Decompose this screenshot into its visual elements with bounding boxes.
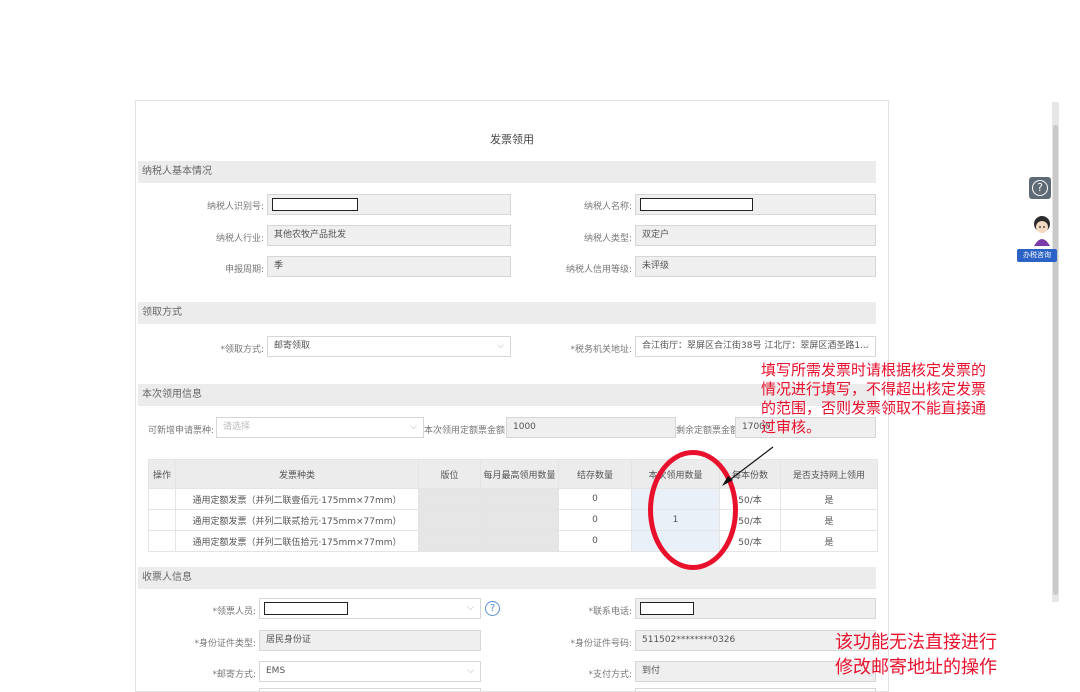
address-field-partial-2[interactable] (635, 688, 876, 691)
annotation-note-qty-line: 的范围，否则发票领取不能直接通 (761, 399, 987, 417)
pickup-method-value: 邮寄领取 (274, 341, 311, 351)
redacted-box (264, 602, 348, 615)
section-recipient-info: 收票人信息 (138, 567, 876, 589)
taxpayer-type-field: 双定户 (635, 225, 876, 246)
period-label: 申报周期: (224, 265, 264, 275)
row-action (148, 530, 176, 552)
chevron-down-icon: ⌵ (862, 341, 869, 351)
redacted-box (640, 602, 694, 615)
redacted-box (640, 198, 753, 211)
tax-consult-button[interactable]: 办税咨询 (1017, 249, 1057, 262)
total-amount-label: 本次领用定额票金额: (424, 426, 509, 436)
section-basic-info: 纳税人基本情况 (138, 161, 876, 183)
table-row: 通用定额发票（并列二联贰拾元·175mm×77mm） 0 1 50/本 是 (148, 509, 878, 531)
row-stock: 0 (558, 530, 632, 552)
row-invoice-type: 通用定额发票（并列二联贰拾元·175mm×77mm） (175, 509, 419, 531)
pickup-method-label: *领取方式: (220, 345, 264, 355)
help-circle-icon[interactable]: ? (485, 601, 500, 616)
apply-type-select[interactable]: 请选择 ⌵ (216, 417, 424, 438)
tax-office-label: *税务机关地址: (570, 345, 632, 355)
col-online: 是否支持网上领用 (780, 459, 878, 489)
payment-method-label: *支付方式: (588, 670, 632, 680)
taxpayer-name-field (635, 194, 876, 215)
tax-office-value: 合江街厅：翠屏区合江街38号 江北厅：翠屏区酒圣路1... (642, 341, 869, 351)
chevron-down-icon: ⌵ (467, 603, 474, 613)
help-button[interactable]: ? (1029, 177, 1051, 199)
row-invoice-type: 通用定额发票（并列二联伍拾元·175mm×77mm） (175, 530, 419, 552)
chevron-down-icon: ⌵ (467, 666, 474, 676)
annotation-note-address-line: 该功能无法直接进行 (835, 632, 997, 653)
row-position (418, 488, 481, 510)
row-position (418, 530, 481, 552)
invoice-table: 操作 发票种类 版位 每月最高领用数量 结存数量 本次领用数量 每本份数 是否支… (148, 459, 878, 552)
industry-field: 其他农牧产品批发 (267, 225, 511, 246)
annotation-note-address-line: 修改邮寄地址的操作 (835, 657, 997, 678)
chevron-down-icon: ⌵ (497, 341, 504, 351)
phone-label: *联系电话: (588, 607, 632, 617)
chevron-down-icon: ⌵ (410, 422, 417, 432)
period-field: 季 (267, 256, 511, 277)
recipient-person-label: *领票人员: (212, 607, 256, 617)
taxpayer-id-label: 纳税人识别号: (206, 202, 264, 212)
annotation-note-qty-line: 情况进行填写，不得超出核定发票 (761, 380, 987, 398)
assistant-avatar-icon[interactable] (1029, 214, 1055, 246)
address-field-partial[interactable] (259, 688, 481, 691)
apply-type-placeholder: 请选择 (223, 422, 251, 432)
taxpayer-name-label: 纳税人名称: (583, 202, 632, 212)
industry-label: 纳税人行业: (215, 234, 264, 244)
row-online: 是 (780, 530, 878, 552)
col-position: 版位 (418, 459, 481, 489)
table-row: 通用定额发票（并列二联壹佰元·175mm×77mm） 0 50/本 是 (148, 488, 878, 510)
highlight-ellipse (648, 450, 738, 570)
annotation-note-qty-line: 填写所需发票时请根据核定发票的 (761, 361, 987, 379)
page-title: 发票领用 (490, 133, 534, 146)
table-header-row: 操作 发票种类 版位 每月最高领用数量 结存数量 本次领用数量 每本份数 是否支… (148, 459, 878, 489)
col-monthly-max: 每月最高领用数量 (480, 459, 559, 489)
row-monthly-max (480, 530, 559, 552)
id-type-field: 居民身份证 (259, 630, 481, 651)
recipient-person-select[interactable]: ⌵ (259, 598, 481, 619)
row-invoice-type: 通用定额发票（并列二联壹佰元·175mm×77mm） (175, 488, 419, 510)
section-pickup-method: 领取方式 (138, 302, 876, 324)
col-stock: 结存数量 (558, 459, 632, 489)
row-monthly-max (480, 488, 559, 510)
annotation-note-qty-line: 过审核。 (761, 418, 822, 436)
phone-field[interactable] (635, 598, 876, 619)
id-type-label: *身份证件类型: (194, 639, 256, 649)
table-row: 通用定额发票（并列二联伍拾元·175mm×77mm） 0 50/本 是 (148, 530, 878, 552)
row-position (418, 509, 481, 531)
row-stock: 0 (558, 509, 632, 531)
annotation-note-qty: 填写所需发票时请根据核定发票的 情况进行填写，不得超出核定发票 的范围，否则发票… (761, 361, 986, 437)
taxpayer-type-label: 纳税人类型: (583, 234, 632, 244)
annotation-note-address: 该功能无法直接进行 修改邮寄地址的操作 (835, 630, 997, 680)
credit-level-label: 纳税人信用等级: (565, 265, 632, 275)
tax-office-select[interactable]: 合江街厅：翠屏区合江街38号 江北厅：翠屏区酒圣路1... ⌵ (635, 336, 876, 357)
credit-level-field: 未评级 (635, 256, 876, 277)
row-online: 是 (780, 509, 878, 531)
total-amount-field: 1000 (506, 417, 676, 438)
mail-method-label: *邮寄方式: (212, 670, 256, 680)
row-monthly-max (480, 509, 559, 531)
mail-method-value: EMS (266, 666, 286, 676)
apply-type-label: 可新增申请票种: (147, 426, 214, 436)
row-action (148, 509, 176, 531)
remaining-amount-label: 剩余定额票金额: (676, 426, 743, 436)
row-online: 是 (780, 488, 878, 510)
scrollbar-thumb[interactable] (1053, 125, 1058, 595)
mail-method-select[interactable]: EMS ⌵ (259, 661, 481, 682)
row-action (148, 488, 176, 510)
row-stock: 0 (558, 488, 632, 510)
id-number-label: *身份证件号码: (570, 639, 632, 649)
pickup-method-select[interactable]: 邮寄领取 ⌵ (267, 336, 511, 357)
redacted-box (272, 198, 358, 211)
col-invoice-type: 发票种类 (175, 459, 419, 489)
question-icon: ? (1032, 180, 1048, 196)
taxpayer-id-field (267, 194, 511, 215)
col-action: 操作 (148, 459, 176, 489)
